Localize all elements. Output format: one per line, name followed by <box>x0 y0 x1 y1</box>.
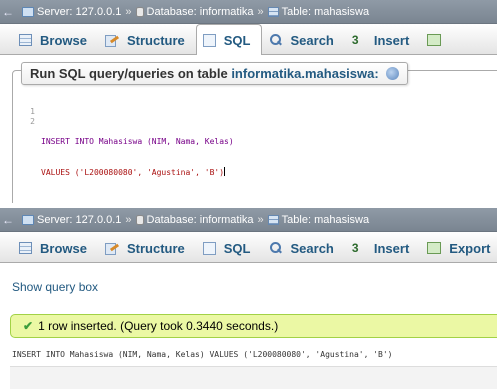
structure-icon <box>104 242 119 255</box>
search-icon <box>269 241 283 255</box>
tab-insert-label: Insert <box>373 240 410 256</box>
line-numbers: 12 <box>27 107 35 127</box>
database-value: informatika <box>199 5 254 18</box>
tab-export[interactable] <box>420 25 460 54</box>
sql-query-panel: ← Server: 127.0.0.1 » Database: informat… <box>0 0 497 203</box>
server-label: Server: <box>37 5 73 18</box>
tab-insert[interactable]: 3 Insert <box>345 233 420 262</box>
breadcrumb-table[interactable]: Table: mahasiswa <box>267 5 370 18</box>
tab-bar: Browse Structure SQL Search 3 Insert <box>0 24 497 55</box>
table-value: mahasiswa <box>314 213 370 226</box>
executed-query: INSERT INTO Mahasiswa (NIM, Nama, Kelas)… <box>12 350 393 359</box>
breadcrumb-separator: » <box>257 213 264 226</box>
server-value: 127.0.0.1 <box>75 5 122 18</box>
export-icon <box>427 242 442 254</box>
tab-sql[interactable]: SQL <box>196 233 262 262</box>
tab-browse[interactable]: Browse <box>12 233 98 262</box>
breadcrumb: ← Server: 127.0.0.1 » Database: informat… <box>0 208 497 232</box>
tab-browse-label: Browse <box>40 32 87 48</box>
tab-export[interactable]: Export <box>420 233 497 262</box>
sql-editor[interactable]: 12 INSERT INTO Mahasiswa (NIM, Nama, Kel… <box>30 107 234 198</box>
tab-sql-label: SQL <box>223 32 251 48</box>
tab-structure[interactable]: Structure <box>98 233 196 262</box>
breadcrumb-database[interactable]: Database: informatika <box>135 5 254 18</box>
tab-structure-label: Structure <box>126 240 185 256</box>
table-label: Table: <box>281 213 312 226</box>
breadcrumb-server[interactable]: Server: 127.0.0.1 <box>22 6 121 18</box>
export-icon <box>427 34 442 46</box>
tab-structure[interactable]: Structure <box>98 25 196 54</box>
editor-line: VALUES ('L200080080', 'Agustina', 'B') <box>41 167 234 178</box>
line-number: 2 <box>30 117 35 126</box>
server-icon <box>22 6 34 17</box>
show-query-box-link[interactable]: Show query box <box>12 280 98 294</box>
tab-bar: Browse Structure SQL Search 3 Insert Expo… <box>0 232 497 263</box>
collapse-arrow-icon[interactable]: ← <box>0 213 16 227</box>
text-cursor <box>224 167 226 176</box>
tab-search-label: Search <box>290 32 334 48</box>
search-icon <box>269 33 283 47</box>
database-value: informatika <box>199 213 254 226</box>
server-icon <box>22 214 34 225</box>
breadcrumb-separator: » <box>125 5 132 18</box>
breadcrumb-separator: » <box>125 213 132 226</box>
database-label: Database: <box>146 5 197 18</box>
breadcrumb-table[interactable]: Table: mahasiswa <box>267 213 370 226</box>
tab-structure-label: Structure <box>126 32 185 48</box>
table-icon <box>267 6 279 17</box>
tab-browse[interactable]: Browse <box>12 25 98 54</box>
database-icon <box>135 6 144 17</box>
query-actions-bar <box>10 366 497 389</box>
breadcrumb-separator: » <box>257 5 264 18</box>
tab-search[interactable]: Search <box>262 233 345 262</box>
editor-line-text: INSERT INTO Mahasiswa (NIM, Nama, Kelas) <box>41 137 234 146</box>
success-message-text: 1 row inserted. (Query took 0.3440 secon… <box>38 319 279 333</box>
editor-line-text: VALUES ('L200080080', 'Agustina', 'B') <box>41 168 225 177</box>
table-value: mahasiswa <box>314 5 370 18</box>
browse-icon <box>19 242 32 254</box>
sql-icon <box>202 33 216 47</box>
tab-insert[interactable]: 3 Insert <box>345 25 420 54</box>
database-label: Database: <box>146 213 197 226</box>
check-icon: ✔ <box>23 319 34 333</box>
sql-box-title: Run SQL query/queries on table informati… <box>21 62 409 85</box>
tab-insert-label: Insert <box>373 32 410 48</box>
tab-export-label: Export <box>449 240 491 256</box>
structure-icon <box>104 34 119 47</box>
breadcrumb-server[interactable]: Server: 127.0.0.1 <box>22 214 121 226</box>
tab-search-label: Search <box>290 240 334 256</box>
breadcrumb-database[interactable]: Database: informatika <box>135 213 254 226</box>
query-result-panel: ← Server: 127.0.0.1 » Database: informat… <box>0 208 497 389</box>
insert-icon: 3 <box>351 240 359 255</box>
breadcrumb: ← Server: 127.0.0.1 » Database: informat… <box>0 0 497 24</box>
sql-query-fieldset: Run SQL query/queries on table informati… <box>12 62 497 203</box>
table-link[interactable]: informatika.mahasiswa: <box>231 66 378 81</box>
database-icon <box>135 214 144 225</box>
sql-box-title-text: Run SQL query/queries on table <box>30 66 228 81</box>
tab-sql[interactable]: SQL <box>195 24 262 55</box>
editor-line: INSERT INTO Mahasiswa (NIM, Nama, Kelas) <box>41 137 234 147</box>
table-label: Table: <box>281 5 312 18</box>
help-icon[interactable] <box>386 67 400 80</box>
tab-search[interactable]: Search <box>262 25 345 54</box>
table-icon <box>267 214 279 225</box>
success-message: ✔ 1 row inserted. (Query took 0.3440 sec… <box>10 314 497 338</box>
server-value: 127.0.0.1 <box>75 213 122 226</box>
sql-icon <box>202 241 216 255</box>
line-number: 1 <box>30 107 35 116</box>
insert-icon: 3 <box>351 32 359 47</box>
server-label: Server: <box>37 213 73 226</box>
browse-icon <box>19 34 32 46</box>
collapse-arrow-icon[interactable]: ← <box>0 5 16 19</box>
tab-browse-label: Browse <box>40 240 87 256</box>
tab-sql-label: SQL <box>223 240 251 256</box>
